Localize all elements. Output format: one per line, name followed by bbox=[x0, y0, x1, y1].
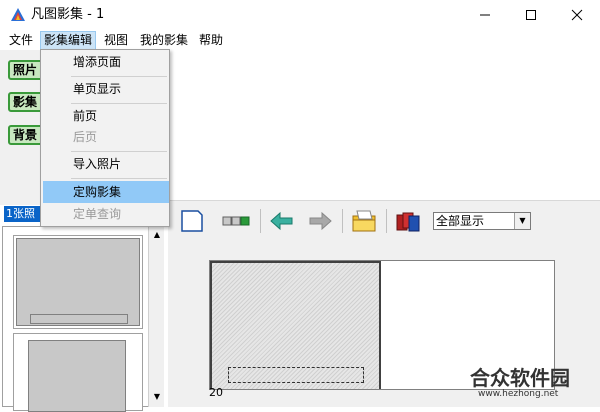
app-icon bbox=[11, 8, 25, 21]
menu-separator bbox=[71, 76, 167, 77]
preview-area bbox=[168, 50, 600, 200]
thumbnail-scrollbar[interactable]: ▲ ▼ bbox=[148, 227, 164, 407]
display-mode-value: 全部显示 bbox=[436, 214, 485, 228]
toolbar bbox=[168, 200, 600, 240]
blank-page-icon[interactable] bbox=[178, 207, 206, 235]
menu-separator bbox=[71, 178, 167, 179]
scroll-up-icon[interactable]: ▲ bbox=[149, 227, 165, 243]
background-button[interactable]: 背景 bbox=[8, 125, 44, 145]
menu-item-order-query: 定单查询 bbox=[73, 207, 122, 221]
tool-panel: 照片 影集 背景 bbox=[0, 50, 44, 205]
two-page-view-icon[interactable] bbox=[222, 207, 250, 235]
maximize-button[interactable] bbox=[508, 0, 554, 30]
menu-item-add-page[interactable]: 增添页面 bbox=[43, 51, 169, 73]
scroll-down-icon[interactable]: ▼ bbox=[149, 389, 165, 405]
forward-arrow-icon[interactable] bbox=[306, 207, 334, 235]
watermark-text: 合众软件园 bbox=[470, 366, 570, 390]
display-mode-select[interactable]: 全部显示 ▼ bbox=[433, 212, 531, 230]
thumbnail-panel bbox=[2, 226, 164, 412]
album-button[interactable]: 影集 bbox=[8, 92, 44, 112]
menu-bar: 文件 影集编辑 视图 我的影集 帮助 bbox=[0, 30, 600, 51]
menu-item-previous-page[interactable]: 前页 bbox=[43, 105, 169, 127]
menu-view[interactable]: 视图 bbox=[101, 31, 131, 49]
thumbnail-page bbox=[16, 238, 140, 326]
open-folder-icon[interactable] bbox=[350, 207, 378, 235]
menu-item-import-photos[interactable]: 导入照片 bbox=[43, 153, 169, 175]
watermark-url: www.hezhong.net bbox=[478, 389, 559, 399]
menu-file[interactable]: 文件 bbox=[6, 31, 36, 49]
photo-count-label: 1张照 bbox=[4, 206, 40, 222]
photo-slot[interactable] bbox=[228, 367, 364, 383]
thumbnail-slot bbox=[30, 314, 128, 324]
album-books-icon[interactable] bbox=[394, 207, 422, 235]
menu-help[interactable]: 帮助 bbox=[196, 31, 226, 49]
thumbnail-item[interactable] bbox=[13, 333, 143, 412]
menu-my-albums[interactable]: 我的影集 bbox=[137, 31, 191, 49]
menu-separator bbox=[71, 103, 167, 104]
maximize-icon bbox=[526, 10, 536, 20]
menu-item-next-page: 后页 bbox=[73, 130, 98, 144]
menu-separator bbox=[71, 151, 167, 152]
thumbnail-page bbox=[28, 340, 126, 412]
back-arrow-icon[interactable] bbox=[268, 207, 296, 235]
menu-item-order-album[interactable]: 定购影集 bbox=[43, 181, 169, 203]
thumbnail-item[interactable] bbox=[13, 235, 143, 329]
page-number: 20 bbox=[209, 386, 223, 399]
window-title: 凡图影集 - 1 bbox=[31, 7, 105, 22]
album-edit-dropdown: 增添页面 单页显示 前页 后页 导入照片 定购影集 定单查询 bbox=[40, 49, 170, 227]
photo-button[interactable]: 照片 bbox=[8, 60, 44, 80]
minimize-button[interactable] bbox=[462, 0, 508, 30]
close-icon bbox=[571, 9, 583, 21]
minimize-icon bbox=[480, 14, 490, 16]
menu-album-edit[interactable]: 影集编辑 bbox=[40, 31, 97, 51]
menu-item-single-page[interactable]: 单页显示 bbox=[43, 78, 169, 100]
close-button[interactable] bbox=[554, 0, 600, 30]
chevron-down-icon[interactable]: ▼ bbox=[514, 213, 530, 229]
